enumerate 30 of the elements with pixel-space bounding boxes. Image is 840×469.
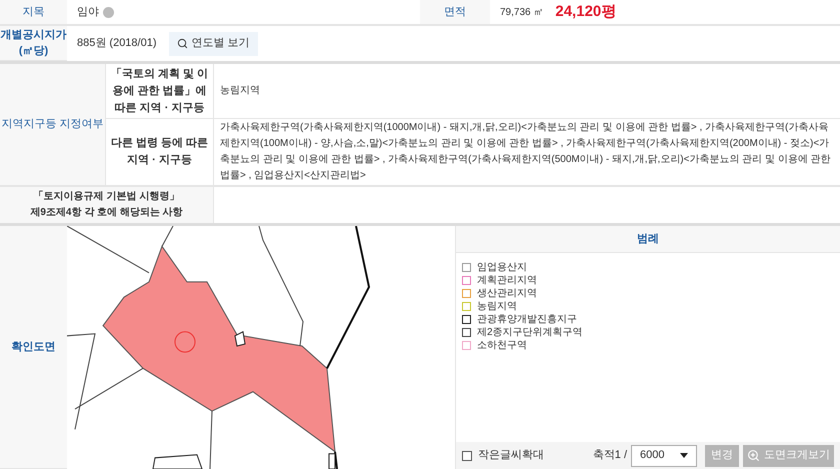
search-icon <box>176 38 188 49</box>
field-label: 지역지구등 지정여부 <box>0 64 105 186</box>
field-value: 가축사육제한구역(가축사육제한지역(1000M이내) - 돼지,개,닭,오리)<가축분뇨의 관리 및 이용에 관한 법률> , 가축사육제한구역(가축사육제한지역(100M이내) - 양,사슴,소,말)<가축분뇨의 관리 및 이용에 관한 법률> , 가축사육제한구역(가축사육제한지역(200M이내) - 젖소)<가축분뇨의 관리 및 이용에 관한 법률> , 가축사육제한구역(가축사육제한지역(500M이내) - 돼지,개,닭,오리)<가축분뇨의 관리 및 이용에 관한 법률> , 임업용산지<산지관리법> <box>220 121 832 183</box>
legend-label: 임업용산지 <box>477 260 527 274</box>
legend-label: 계획관리지역 <box>477 274 537 288</box>
field-label: 「토지이용규제 기본법 시행령」 제9조제4항 각 호에 해당되는 사항 <box>0 187 213 223</box>
field-label: 확인도면 <box>0 226 67 469</box>
field-value: 79,736 ㎡ <box>500 6 544 20</box>
area-pyeong: 24,120평 <box>555 2 616 22</box>
scale-label: 축적1 / <box>592 448 627 464</box>
zoom-in-icon <box>747 449 760 462</box>
field-value: 임야 <box>77 4 99 20</box>
checkbox[interactable] <box>462 450 472 460</box>
scale-select[interactable]: 6000 <box>631 444 697 466</box>
field-value: 농림지역 <box>220 84 260 98</box>
caret-icon <box>680 453 688 458</box>
field-label: 다른 법령 등에 따른 지역 · 지구등 <box>105 119 213 186</box>
field-value: 885원 (2018/01) <box>77 36 156 52</box>
field-label: 개별공시지가 (㎡당) <box>0 26 67 61</box>
legend-label: 농림지역 <box>477 300 517 314</box>
legend-label: 소하천구역 <box>477 338 527 352</box>
legend-header: 범례 <box>456 226 840 253</box>
field-label: 「국토의 계획 및 이용에 관한 법률」에 따른 지역 · 지구등 <box>105 64 213 119</box>
legend-label: 관광휴양개발진흥지구 <box>477 312 577 326</box>
field-label: 지목 <box>0 0 67 25</box>
legend-label: 제2종지구단위계획구역 <box>477 326 583 340</box>
checkbox-label: 작은글씨확대 <box>478 448 544 464</box>
yearly-view-button[interactable]: 연도별 보기 <box>168 32 258 56</box>
legend-label: 생산관리지역 <box>477 286 537 300</box>
field-label: 면적 <box>420 0 490 25</box>
